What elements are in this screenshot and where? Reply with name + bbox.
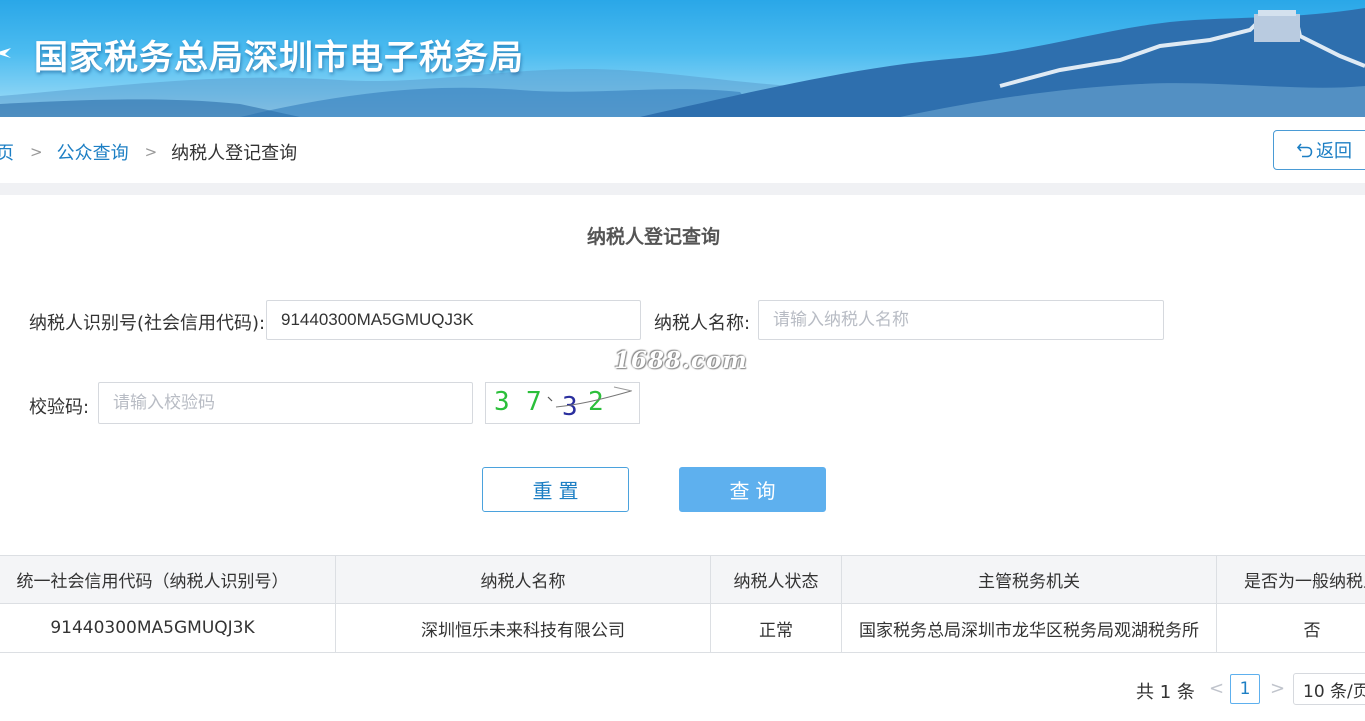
back-button[interactable]: 返回 <box>1273 130 1365 170</box>
column-header-credit-code: 统一社会信用代码（纳税人识别号） <box>0 556 336 603</box>
reset-button[interactable]: 重置 <box>482 467 629 512</box>
breadcrumb-current: 纳税人登记查询 <box>171 143 298 164</box>
breadcrumb-separator: > <box>30 143 43 161</box>
breadcrumb-bar: 页 > 公众查询 > 纳税人登记查询 返回 <box>0 117 1365 183</box>
breadcrumb: 页 > 公众查询 > 纳税人登记查询 <box>0 139 297 165</box>
watermark: 1688.com <box>614 347 748 374</box>
taxpayer-id-label: 纳税人识别号(社会信用代码): <box>29 313 266 334</box>
site-title: 国家税务总局深圳市电子税务局 <box>34 38 524 78</box>
taxpayer-name-input[interactable] <box>758 300 1164 340</box>
captcha-image[interactable]: 3 7 3 2 <box>485 382 640 424</box>
captcha-graphic: 3 7 3 2 <box>494 386 633 422</box>
back-button-label: 返回 <box>1316 141 1352 162</box>
pagination-page-1[interactable]: 1 <box>1230 674 1260 704</box>
header-banner: 国家税务总局深圳市电子税务局 <box>0 0 1365 117</box>
captcha-digit: 2 <box>588 387 604 417</box>
page-size-select[interactable]: 10 条/页 <box>1293 673 1365 705</box>
column-header-taxpayer-name: 纳税人名称 <box>336 556 711 603</box>
pagination-next-button[interactable]: > <box>1270 678 1285 699</box>
cell-general-taxpayer: 否 <box>1303 620 1321 641</box>
section-divider <box>0 183 1365 195</box>
column-header-general-taxpayer: 是否为一般纳税人 <box>1244 572 1365 592</box>
pagination-prev-button[interactable]: < <box>1209 678 1224 699</box>
column-header-tax-authority: 主管税务机关 <box>842 556 1217 603</box>
taxpayer-name-label: 纳税人名称: <box>654 313 751 334</box>
column-header-taxpayer-status: 纳税人状态 <box>711 556 842 603</box>
captcha-label: 校验码: <box>29 397 90 418</box>
captcha-digit: 7 <box>526 387 542 417</box>
cell-taxpayer-name: 深圳恒乐未来科技有限公司 <box>336 604 711 652</box>
cell-credit-code: 91440300MA5GMUQJ3K <box>0 604 336 652</box>
taxpayer-id-input[interactable] <box>266 300 641 340</box>
cell-taxpayer-status: 正常 <box>711 604 842 652</box>
captcha-digit: 3 <box>494 387 510 417</box>
emblem-icon <box>0 48 11 58</box>
breadcrumb-home[interactable]: 页 <box>0 139 14 165</box>
table-row: 91440300MA5GMUQJ3K 深圳恒乐未来科技有限公司 正常 国家税务总… <box>0 604 1365 653</box>
pagination-total: 共 1 条 <box>1136 682 1195 703</box>
breadcrumb-public-query[interactable]: 公众查询 <box>57 139 129 165</box>
captcha-input[interactable] <box>98 382 473 424</box>
captcha-digit: 3 <box>562 392 578 422</box>
cell-tax-authority: 国家税务总局深圳市龙华区税务局观湖税务所 <box>842 604 1217 652</box>
return-icon <box>1296 143 1313 158</box>
table-header-row: 统一社会信用代码（纳税人识别号） 纳税人名称 纳税人状态 主管税务机关 是否为一… <box>0 555 1365 604</box>
form-title: 纳税人登记查询 <box>586 226 720 248</box>
query-button[interactable]: 查询 <box>679 467 826 512</box>
breadcrumb-separator: > <box>144 143 158 161</box>
